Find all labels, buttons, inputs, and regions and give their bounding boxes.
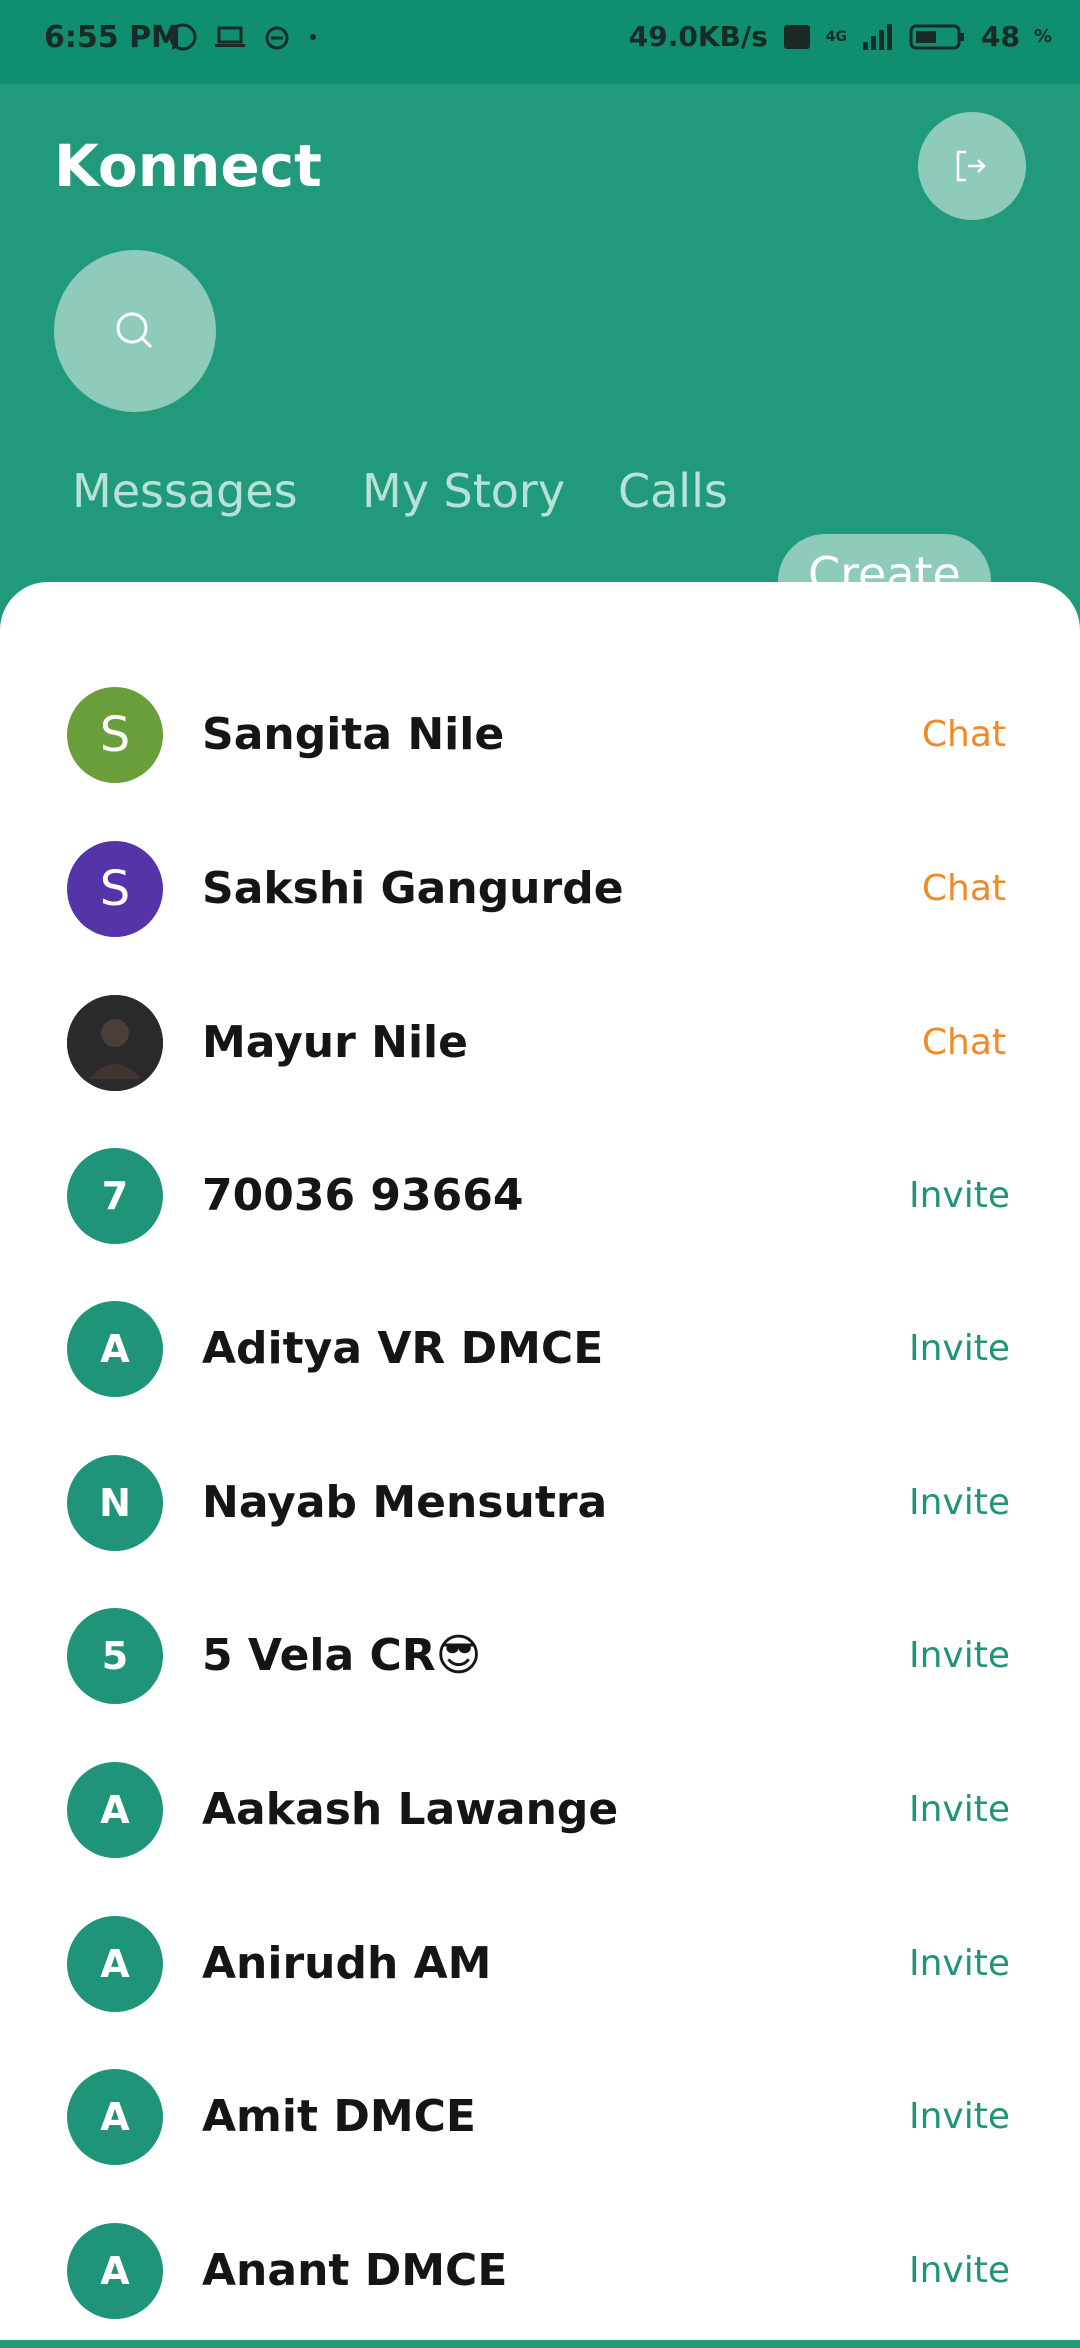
contact-name: 5 Vela CR😎 bbox=[202, 1630, 482, 1681]
contact-row[interactable]: N Nayab Mensutra Invite bbox=[0, 1426, 1080, 1580]
status-right: 49.0KB/s 4G 48 % bbox=[629, 20, 1052, 53]
dot-icon bbox=[310, 34, 316, 40]
search-button[interactable] bbox=[54, 250, 216, 412]
avatar: S bbox=[67, 687, 163, 783]
contact-row[interactable]: 5 5 Vela CR😎 Invite bbox=[0, 1579, 1080, 1733]
volte-icon bbox=[783, 24, 810, 49]
battery-icon bbox=[909, 24, 964, 49]
app-header: Konnect Messages My Story Calls Create bbox=[0, 84, 1080, 628]
contact-name: Anirudh AM bbox=[202, 1938, 492, 1989]
invite-button[interactable]: Invite bbox=[909, 1887, 1010, 2041]
contact-row[interactable]: S Sangita Nile Chat bbox=[0, 658, 1080, 812]
avatar: A bbox=[67, 1916, 163, 2012]
contact-name: 70036 93664 bbox=[202, 1170, 524, 1221]
invite-button[interactable]: Invite bbox=[909, 1426, 1010, 1580]
contact-name: Aakash Lawange bbox=[202, 1784, 619, 1835]
invite-button[interactable]: Invite bbox=[909, 2040, 1010, 2194]
avatar: S bbox=[67, 841, 163, 937]
laptop-icon bbox=[215, 26, 245, 47]
contact-row[interactable]: A Amit DMCE Invite bbox=[0, 2040, 1080, 2194]
contact-row[interactable]: A Aditya VR DMCE Invite bbox=[0, 1272, 1080, 1426]
contact-row[interactable]: A Aakash Lawange Invite bbox=[0, 1733, 1080, 1887]
notification-icons bbox=[168, 22, 318, 52]
avatar: 7 bbox=[67, 1148, 163, 1244]
chat-button[interactable]: Chat bbox=[922, 812, 1006, 966]
contact-row[interactable]: S Sakshi Gangurde Chat bbox=[0, 812, 1080, 966]
tab-messages[interactable]: Messages bbox=[72, 444, 298, 538]
app-title: Konnect bbox=[54, 132, 322, 200]
battery-unit: % bbox=[1033, 26, 1052, 47]
network-type: 4G bbox=[825, 28, 847, 45]
logout-button[interactable] bbox=[918, 112, 1026, 220]
logout-icon bbox=[956, 150, 986, 182]
contacts-list: S Sangita Nile Chat S Sakshi Gangurde Ch… bbox=[0, 582, 1080, 2340]
avatar: A bbox=[67, 2069, 163, 2165]
contact-name: Aditya VR DMCE bbox=[202, 1323, 604, 1374]
invite-button[interactable]: Invite bbox=[909, 1579, 1010, 1733]
invite-button[interactable]: Invite bbox=[909, 1733, 1010, 1887]
status-bar: 6:55 PM 49.0KB/s 4G 48 % bbox=[0, 0, 1080, 84]
tab-bar: Messages My Story Calls Create bbox=[0, 444, 1080, 628]
status-time: 6:55 PM bbox=[44, 20, 181, 55]
avatar: A bbox=[67, 2223, 163, 2319]
battery-level: 48 bbox=[980, 20, 1020, 53]
avatar: 5 bbox=[67, 1608, 163, 1704]
contact-name: Amit DMCE bbox=[202, 2091, 476, 2142]
avatar: A bbox=[67, 1762, 163, 1858]
tab-calls[interactable]: Calls bbox=[618, 444, 728, 538]
avatar: N bbox=[67, 1455, 163, 1551]
invite-button[interactable]: Invite bbox=[909, 1272, 1010, 1426]
invite-button[interactable]: Invite bbox=[909, 2194, 1010, 2348]
contact-name: Sangita Nile bbox=[202, 709, 505, 760]
tab-my-story[interactable]: My Story bbox=[362, 444, 565, 538]
avatar: A bbox=[67, 1301, 163, 1397]
contact-row[interactable]: 7 70036 93664 Invite bbox=[0, 1119, 1080, 1273]
network-speed: 49.0KB/s bbox=[628, 20, 768, 53]
avatar-photo bbox=[67, 995, 163, 1091]
chat-button[interactable]: Chat bbox=[922, 966, 1006, 1120]
contact-name: Mayur Nile bbox=[202, 1017, 468, 1068]
invite-button[interactable]: Invite bbox=[909, 1119, 1010, 1273]
search-icon bbox=[116, 312, 153, 349]
contact-row[interactable]: A Anant DMCE Invite bbox=[0, 2194, 1080, 2348]
signal-icon bbox=[862, 23, 892, 50]
contact-row[interactable]: Mayur Nile Chat bbox=[0, 966, 1080, 1120]
contact-name: Sakshi Gangurde bbox=[202, 863, 624, 914]
whatsapp-icon bbox=[169, 23, 197, 51]
contact-name: Nayab Mensutra bbox=[202, 1477, 608, 1528]
chat-button[interactable]: Chat bbox=[922, 658, 1006, 812]
app-notification-icon bbox=[265, 26, 289, 50]
profile-photo-icon bbox=[67, 995, 163, 1091]
contact-name: Anant DMCE bbox=[202, 2245, 508, 2296]
contact-row[interactable]: A Anirudh AM Invite bbox=[0, 1887, 1080, 2041]
